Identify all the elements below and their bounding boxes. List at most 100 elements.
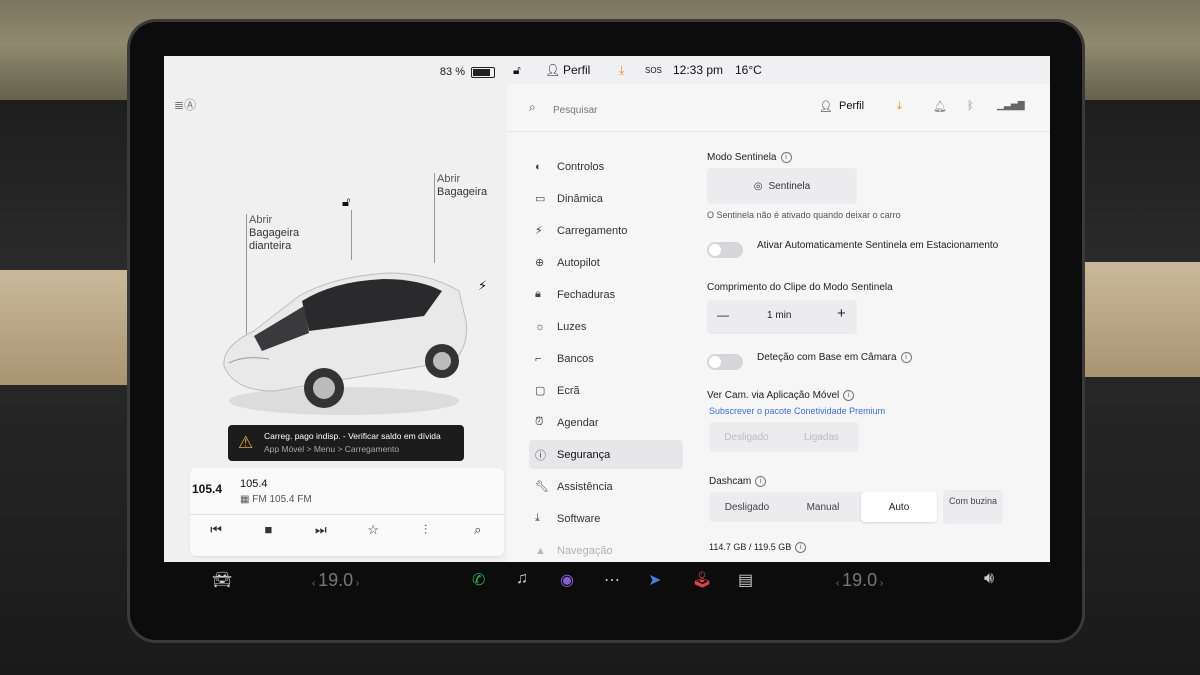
wrench-icon: 🔧︎ [535, 481, 549, 493]
dashcam-manual-option[interactable]: Manual [785, 492, 861, 522]
temp-up-icon[interactable]: › [877, 578, 883, 589]
menu-item-dinamica[interactable]: ▭ Dinâmica [529, 184, 683, 213]
info-icon[interactable]: i [795, 542, 807, 554]
alarm-icon: ⏰︎ [535, 416, 544, 428]
bluetooth-icon[interactable]: ᛒ [967, 100, 974, 112]
update-download-icon[interactable]: ⤓ [619, 63, 624, 78]
headlight-icon[interactable]: ≣Ⓐ [174, 96, 196, 113]
temp-up-icon[interactable]: › [353, 578, 359, 589]
media-controls: ⏮ ■ ⏭ ☆ ⫶ ⌕ [190, 522, 504, 538]
auto-sentry-toggle[interactable] [707, 242, 743, 258]
unlock-icon[interactable]: 🔓︎ [342, 194, 350, 210]
volume-icon[interactable]: 🔊︎ [984, 570, 994, 588]
camera-app-icon[interactable]: ◉ [560, 570, 574, 590]
menu-item-software[interactable]: ⤓ Software [529, 504, 683, 533]
view-cam-off-option[interactable]: Desligado [709, 422, 784, 452]
charge-port-icon[interactable]: ⚡︎ [478, 278, 487, 294]
charging-warning-banner[interactable]: ⚠︎ Carreg. pago indisp. - Verificar sald… [228, 425, 464, 461]
clip-plus-button[interactable]: + [837, 305, 846, 322]
radio-station-name: FM 105.4 FM [252, 494, 312, 505]
top-profile-label[interactable]: Perfil [563, 63, 590, 77]
music-icon[interactable]: ♫ [516, 570, 528, 588]
camera-detection-toggle[interactable] [707, 354, 743, 370]
radio-frequency: 105.4 [240, 478, 268, 490]
menu-item-agendar[interactable]: ⏰︎ Agendar [529, 408, 683, 437]
info-icon[interactable]: i [755, 476, 767, 487]
menu-label: Controlos [557, 160, 605, 173]
menu-label: Carregamento [557, 224, 628, 237]
download-icon[interactable]: ⤓ [897, 100, 902, 113]
dashcam-off-option[interactable]: Desligado [709, 492, 785, 522]
previous-icon[interactable]: ⏮ [201, 522, 231, 538]
media-player[interactable]: 105.4 105.4 ▦ FM 105.4 FM ⏮ ■ ⏭ ☆ ⫶ ⌕ [190, 468, 504, 556]
view-cam-title-text: Ver Cam. via Aplicação Móvel [707, 390, 840, 402]
more-apps-icon[interactable]: ⋯ [604, 570, 620, 590]
lock-status-icon[interactable]: 🔓︎ [513, 63, 521, 78]
next-icon[interactable]: ⏭ [306, 522, 336, 538]
car-icon: ▭ [535, 193, 546, 205]
menu-label: Luzes [557, 320, 587, 333]
rear-trunk-label: Bagageira [437, 186, 488, 198]
settings-search-input[interactable] [551, 100, 735, 120]
menu-item-autopilot[interactable]: ⊕ Autopilot [529, 248, 683, 277]
sentry-icon: ◎ [753, 180, 763, 192]
radio-station: ▦ FM 105.4 FM [240, 494, 312, 505]
driver-temperature[interactable]: ‹ 19.0 › [312, 570, 359, 591]
media-divider [190, 514, 504, 515]
dashcam-auto-option[interactable]: Auto [861, 492, 937, 522]
radio-icon: ▦ [240, 494, 253, 505]
menu-item-controlos[interactable]: ◐ Controlos [529, 152, 683, 181]
bell-icon[interactable]: 🔔︎ [933, 100, 947, 113]
menu-item-ecra[interactable]: ▢ Ecrã [529, 376, 683, 405]
front-trunk-button[interactable]: Abrir Bagageira dianteira [249, 214, 299, 253]
info-icon[interactable]: i [900, 352, 912, 363]
car-dock-icon[interactable]: 🚘︎ [212, 570, 232, 590]
sentry-mode-title: Modo Sentinela i [707, 152, 792, 163]
front-trunk-action: Abrir [249, 214, 273, 226]
passenger-temperature[interactable]: ‹ 19.0 › [836, 570, 883, 591]
battery-status: 83 % [440, 66, 495, 78]
navigation-app-icon[interactable]: ➤ [648, 570, 661, 590]
clock: 12:33 pm [673, 63, 724, 77]
station-logo: 105.4 [192, 482, 223, 496]
menu-label: Agendar [557, 416, 599, 429]
equalizer-icon[interactable]: ⫶ [410, 522, 440, 538]
menu-item-luzes[interactable]: ☼ Luzes [529, 312, 683, 341]
sentry-mode-button[interactable]: ◎ Sentinela [707, 168, 857, 204]
arcade-icon[interactable]: 🕹︎ [692, 570, 712, 590]
profile-icon-2: 👤︎ [819, 101, 833, 113]
premium-connectivity-link[interactable]: Subscrever o pacote Conetividade Premium [709, 406, 885, 416]
dashcam-horn-button[interactable]: Com buzina [943, 490, 1003, 524]
menu-item-carregamento[interactable]: ⚡︎ Carregamento [529, 216, 683, 245]
menu-item-fechaduras[interactable]: 🔒︎ Fechaduras [529, 280, 683, 309]
info-icon[interactable]: i [780, 152, 792, 163]
download-icon: ⤓ [535, 512, 540, 524]
owner-manual-icon[interactable]: ▤ [738, 570, 753, 590]
stop-icon[interactable]: ■ [253, 522, 283, 538]
clip-minus-button[interactable]: — [717, 308, 729, 322]
sentry-mode-title-text: Modo Sentinela [707, 152, 777, 164]
media-search-icon[interactable]: ⌕ [463, 522, 493, 538]
menu-item-navegacao[interactable]: ▲ Navegação [529, 536, 683, 562]
sos-icon[interactable]: SOS [645, 66, 662, 75]
info-icon[interactable]: i [843, 390, 855, 401]
menu-label: Bancos [557, 352, 594, 365]
car-image [223, 272, 467, 415]
storage-text: 114.7 GB / 119.5 GB [709, 542, 792, 552]
search-icon: ⌕ [529, 100, 536, 114]
menu-label: Software [557, 512, 601, 525]
menu-item-assistencia[interactable]: 🔧︎ Assistência [529, 472, 683, 501]
menu-label: Navegação [557, 544, 613, 557]
phone-icon[interactable]: ✆ [472, 570, 485, 590]
lock-icon: 🔒︎ [535, 288, 541, 300]
rear-trunk-button[interactable]: Abrir Bagageira [437, 173, 487, 199]
view-cam-on-option[interactable]: Ligadas [784, 422, 859, 452]
profile-label[interactable]: Perfil [839, 100, 864, 112]
menu-item-seguranca[interactable]: ⓘ Segurança [529, 440, 683, 469]
menu-item-bancos[interactable]: ⌐ Bancos [529, 344, 683, 373]
settings-search-row: ⌕ 👤︎ Perfil ⤓ 🔔︎ ᛒ ▁▃▅▇ [507, 92, 1050, 130]
seat-icon: ⌐ [535, 352, 542, 365]
view-cam-segmented: Desligado Ligadas [709, 422, 859, 452]
favorite-star-icon[interactable]: ☆ [358, 522, 388, 538]
screen-icon: ▢ [535, 385, 546, 397]
